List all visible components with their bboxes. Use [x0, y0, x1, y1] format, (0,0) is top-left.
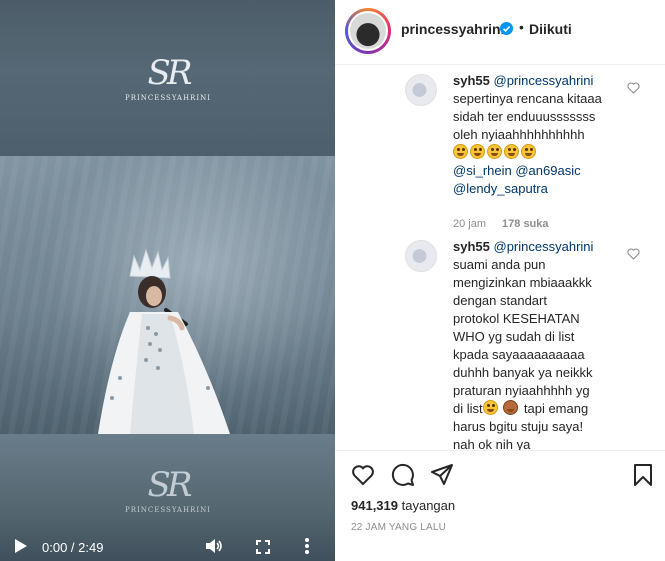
post-header: princessyahrini • Diikuti [335, 0, 665, 65]
rofl-emoji-icon [470, 144, 485, 159]
logo-monogram: SR [147, 53, 193, 93]
video-time: 0:00 / 2:49 [42, 540, 104, 555]
comment-text-line: duhhh banyak ya neikkk [453, 365, 593, 380]
following-button[interactable]: Diikuti [529, 21, 572, 37]
story-ring[interactable] [345, 8, 391, 54]
comment-mention[interactable]: @princessyahrini [494, 239, 594, 254]
comment-bubble-icon[interactable] [391, 463, 415, 487]
logo-wordmark: PRINCESSYAHRINI [125, 94, 211, 102]
volume-icon[interactable] [205, 538, 223, 554]
comment-text-line: WHO yg sudah di list [453, 329, 575, 344]
view-count[interactable]: 941,319 tayangan [351, 498, 455, 513]
rofl-emoji-icon [521, 144, 536, 159]
video-controls: 0:00 / 2:49 [0, 532, 335, 561]
rofl-emoji-icon [504, 144, 519, 159]
post-actions [335, 451, 665, 499]
comment-author[interactable]: syh55 [453, 73, 490, 88]
comment-mention[interactable]: @an69asic [515, 163, 580, 178]
post-timestamp[interactable]: 22 JAM YANG LALU [351, 522, 446, 533]
share-send-icon[interactable] [430, 463, 454, 487]
comment-text-line: suami anda pun [453, 257, 546, 272]
comment-time[interactable]: 20 jam [453, 218, 486, 230]
comment-text-line: tapi emang [523, 401, 589, 416]
comment-text-line: sidah ter enduuusssssss [453, 109, 596, 124]
comment-text-line: sepertinya rencana kitaaa [453, 91, 602, 106]
view-count-number: 941,319 [351, 498, 398, 513]
comment-meta: 20 jam 178 suka [453, 218, 549, 230]
fullscreen-icon[interactable] [256, 540, 270, 554]
comment-text-line: mengizinkan mbiaaakkk [453, 275, 592, 290]
like-comment-heart-icon[interactable] [627, 248, 640, 260]
winking-tongue-emoji-icon [482, 400, 498, 415]
comment-text-line: di list [453, 401, 483, 416]
comment-mention[interactable]: @princessyahrini [494, 73, 594, 88]
comment-text-line: kpada sayaaaaaaaaaa [453, 347, 585, 362]
comment-body: syh55 @princessyahrini suami anda pun me… [453, 238, 623, 450]
comment-text-line: harus bgitu stuju saya! [453, 419, 584, 434]
comment-avatar[interactable] [405, 74, 437, 106]
save-bookmark-icon[interactable] [631, 463, 655, 487]
rofl-emoji-icon [487, 144, 502, 159]
video-logo-bottom: SR PRINCESSYAHRINI [118, 468, 218, 514]
view-count-label: tayangan [401, 498, 456, 513]
comment-likes[interactable]: 178 suka [502, 218, 548, 230]
like-heart-icon[interactable] [351, 463, 375, 487]
comment-emoji-row [453, 144, 623, 162]
comment-text-line: praturan nyiaahhhhh yg [453, 383, 590, 398]
comments-list[interactable]: syh55 @princessyahrini sepertinya rencan… [335, 66, 665, 450]
comment-text-line: nah ok nih ya [453, 437, 531, 450]
comment-text-line: oleh nyiaahhhhhhhhhh [453, 127, 585, 142]
video-logo-top: SR PRINCESSYAHRINI [118, 56, 218, 102]
comment-body: syh55 @princessyahrini sepertinya rencan… [453, 72, 623, 198]
performer-figure [98, 248, 230, 434]
comment-mention[interactable]: @si_rhein [453, 163, 512, 178]
header-separator: • [519, 19, 524, 35]
more-options-icon[interactable] [304, 538, 310, 554]
monkey-emoji-icon [503, 400, 519, 415]
comment-text-line: protokol KESEHATAN [453, 311, 580, 326]
logo-wordmark: PRINCESSYAHRINI [125, 506, 211, 514]
comment-avatar[interactable] [405, 240, 437, 272]
play-icon[interactable] [14, 538, 28, 554]
comment-mention[interactable]: @lendy_saputra [453, 181, 548, 196]
like-comment-heart-icon[interactable] [627, 82, 640, 94]
comment-author[interactable]: syh55 [453, 239, 490, 254]
post-sidebar: princessyahrini • Diikuti syh55 @princes… [335, 0, 665, 561]
logo-monogram: SR [147, 465, 193, 505]
header-username[interactable]: princessyahrini [401, 21, 505, 37]
rofl-emoji-icon [453, 144, 468, 159]
verified-badge-icon [500, 22, 513, 35]
avatar[interactable] [348, 11, 388, 51]
video-player[interactable]: SR PRINCESSYAHRINI SR PRINCESSYAHRINI 0:… [0, 0, 335, 561]
comment-text-line: dengan standart [453, 293, 547, 308]
